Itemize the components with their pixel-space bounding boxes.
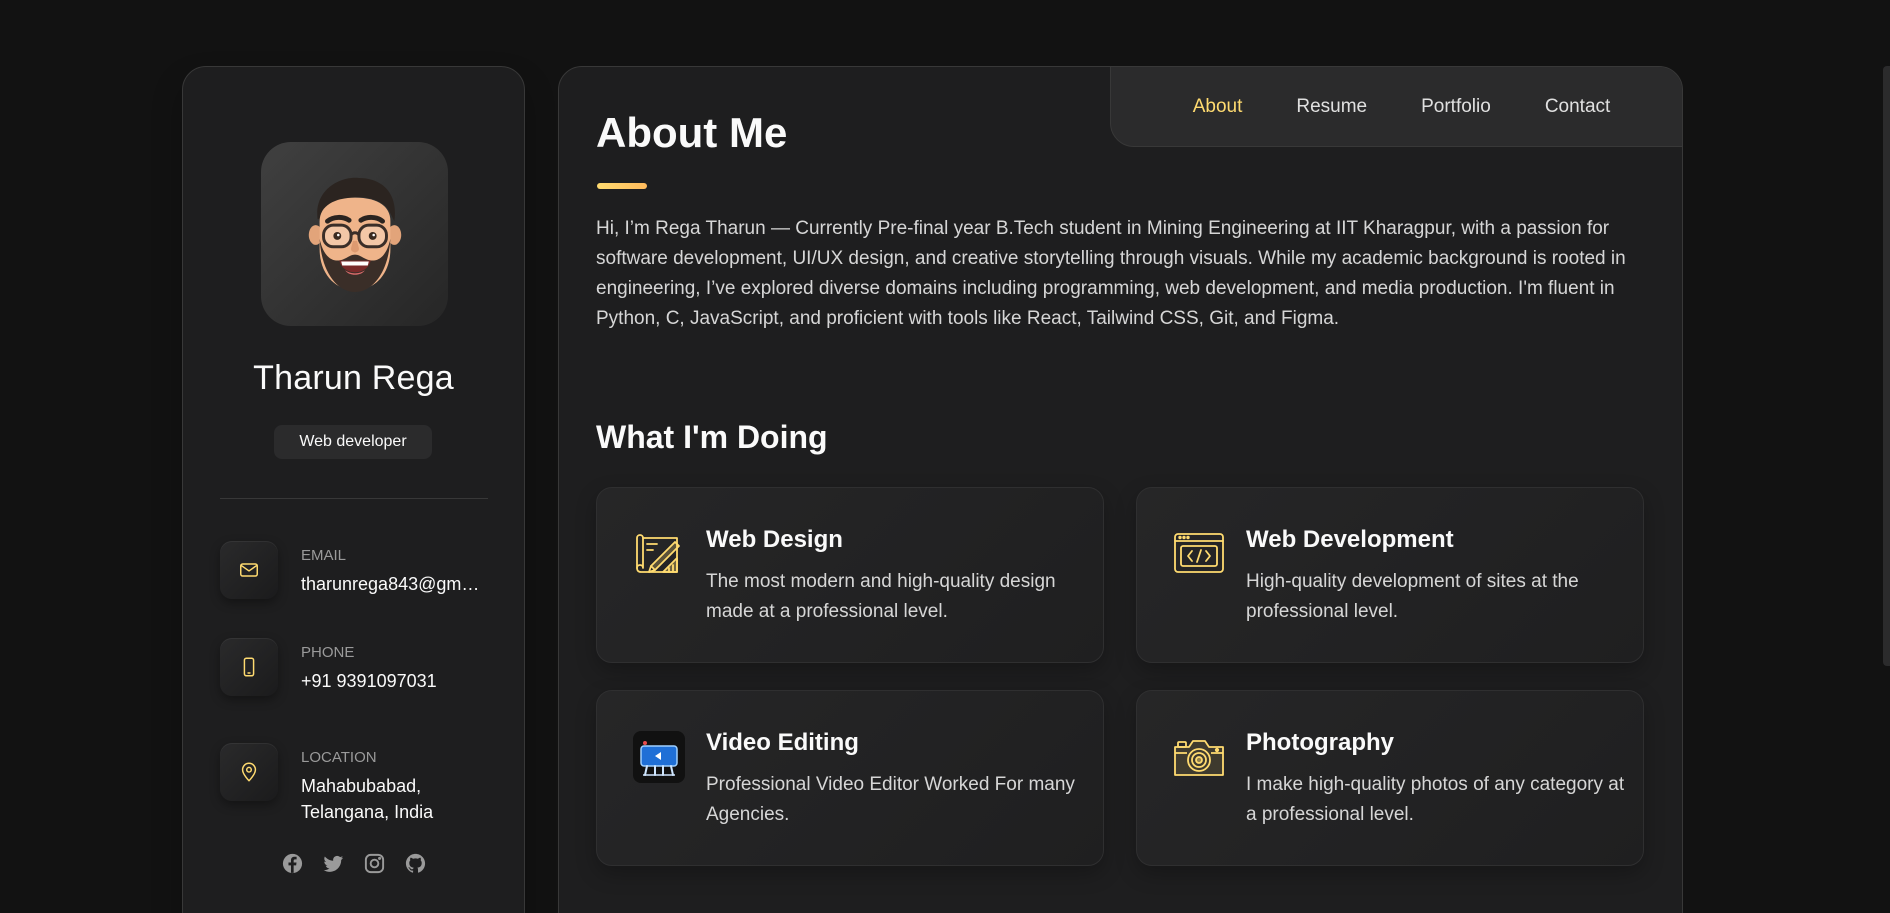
service-card-photography: Photography I make high-quality photos o… xyxy=(1136,690,1644,866)
avatar xyxy=(261,142,448,326)
contact-location-label: Location xyxy=(301,749,377,766)
social-links xyxy=(183,852,524,875)
contact-email-label: Email xyxy=(301,547,347,564)
profile-name: Tharun Rega xyxy=(253,359,454,397)
service-card-web-design: Web Design The most modern and high-qual… xyxy=(596,487,1104,663)
design-icon xyxy=(633,528,685,580)
sidebar: Tharun Rega Web developer Email tharunre… xyxy=(182,66,525,913)
title-underline xyxy=(597,183,647,189)
service-text: The most modern and high-quality design … xyxy=(706,571,1056,622)
contact-email: Email tharunrega843@gmail.com xyxy=(220,541,500,611)
mail-icon xyxy=(220,541,278,599)
service-title: Web Development xyxy=(1246,526,1454,553)
service-text: I make high-quality photos of any catego… xyxy=(1246,774,1625,825)
code-icon xyxy=(1173,528,1225,580)
service-text: Professional Video Editor Worked For man… xyxy=(706,774,1075,825)
about-text: Hi, I’m Rega Tharun — Currently Pre-fina… xyxy=(596,218,1626,329)
contact-email-value[interactable]: tharunrega843@gmail.com xyxy=(301,571,481,597)
memoji-avatar-icon xyxy=(308,177,401,293)
service-card-web-development: Web Development High-quality development… xyxy=(1136,487,1644,663)
video-editing-icon xyxy=(633,731,685,783)
sidebar-separator xyxy=(220,498,488,499)
service-text: High-quality development of sites at the… xyxy=(1246,571,1579,622)
nav-portfolio[interactable]: Portfolio xyxy=(1421,96,1491,118)
service-title: Video Editing xyxy=(706,729,859,756)
contact-phone: Phone +91 9391097031 xyxy=(220,638,500,708)
services-title: What I'm Doing xyxy=(596,419,828,455)
nav-about[interactable]: About xyxy=(1193,96,1243,118)
nav-resume[interactable]: Resume xyxy=(1296,96,1367,118)
contact-location: Location Mahabubabad, Telangana, India xyxy=(220,743,500,822)
nav-contact[interactable]: Contact xyxy=(1545,96,1610,118)
service-title: Web Design xyxy=(706,526,843,553)
service-title: Photography xyxy=(1246,729,1394,756)
main-article: About Resume Portfolio Contact About Me … xyxy=(558,66,1683,913)
page-title: About Me xyxy=(596,109,788,156)
twitter-icon[interactable] xyxy=(322,852,345,875)
github-icon[interactable] xyxy=(404,852,427,875)
service-card-video-editing: Video Editing Professional Video Editor … xyxy=(596,690,1104,866)
top-navbar: About Resume Portfolio Contact xyxy=(1110,67,1682,147)
contact-phone-value[interactable]: +91 9391097031 xyxy=(301,668,481,694)
phone-icon xyxy=(220,638,278,696)
profile-title-badge: Web developer xyxy=(274,425,432,459)
facebook-icon[interactable] xyxy=(281,852,304,875)
contact-phone-label: Phone xyxy=(301,644,355,661)
contact-location-value: Mahabubabad, Telangana, India xyxy=(301,776,434,822)
camera-icon xyxy=(1173,731,1225,783)
location-pin-icon xyxy=(220,743,278,801)
page-scrollbar[interactable] xyxy=(1883,66,1890,666)
instagram-icon[interactable] xyxy=(363,852,386,875)
